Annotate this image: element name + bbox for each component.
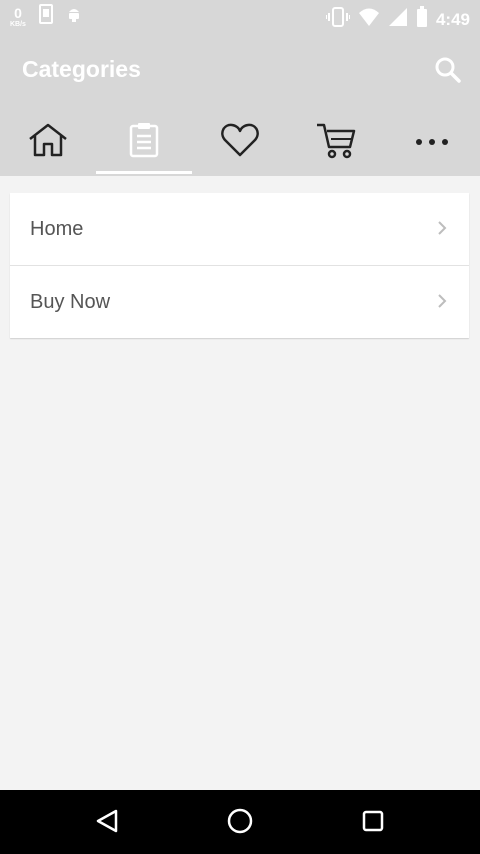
net-speed-unit: KB/s xyxy=(10,20,26,28)
home-circle-icon xyxy=(226,807,254,840)
search-button[interactable] xyxy=(434,56,462,84)
clock: 4:49 xyxy=(435,9,470,29)
net-speed: 0 KB/s xyxy=(10,6,26,28)
chevron-right-icon xyxy=(437,293,447,314)
page-title: Categories xyxy=(22,56,141,82)
net-speed-value: 0 xyxy=(14,4,22,21)
system-nav-bar xyxy=(0,790,480,854)
android-icon xyxy=(66,5,82,28)
status-left: 0 KB/s xyxy=(10,4,82,29)
list-item-label: Buy Now xyxy=(30,290,111,313)
status-right: 4:49 xyxy=(324,6,470,33)
tab-home[interactable] xyxy=(0,108,96,176)
category-tabs xyxy=(0,108,480,176)
wifi-icon xyxy=(358,7,380,32)
chevron-right-icon xyxy=(437,220,447,241)
tab-categories[interactable] xyxy=(96,108,192,176)
status-bar: 0 KB/s 4:49 xyxy=(0,0,480,34)
app-bar: Categories xyxy=(0,34,480,108)
signal-icon xyxy=(388,7,408,32)
home-button[interactable] xyxy=(223,806,257,840)
recents-icon xyxy=(361,809,385,838)
recents-button[interactable] xyxy=(356,806,390,840)
battery-icon xyxy=(416,6,428,33)
tab-more[interactable] xyxy=(384,108,480,176)
search-icon xyxy=(434,57,462,88)
vibrate-icon xyxy=(324,7,351,32)
home-icon xyxy=(27,122,69,163)
back-button[interactable] xyxy=(90,806,124,840)
list-item-label: Home xyxy=(30,217,84,240)
tab-cart[interactable] xyxy=(288,108,384,176)
list-item-home[interactable]: Home xyxy=(10,193,469,266)
cart-icon xyxy=(316,121,356,164)
back-icon xyxy=(94,808,120,839)
list-item-buy-now[interactable]: Buy Now xyxy=(10,266,469,338)
tab-favorites[interactable] xyxy=(192,108,288,176)
category-list: Home Buy Now xyxy=(10,193,469,338)
clipboard-icon xyxy=(129,122,159,163)
more-icon xyxy=(415,133,449,151)
heart-icon xyxy=(220,122,260,163)
image-icon xyxy=(38,4,54,29)
